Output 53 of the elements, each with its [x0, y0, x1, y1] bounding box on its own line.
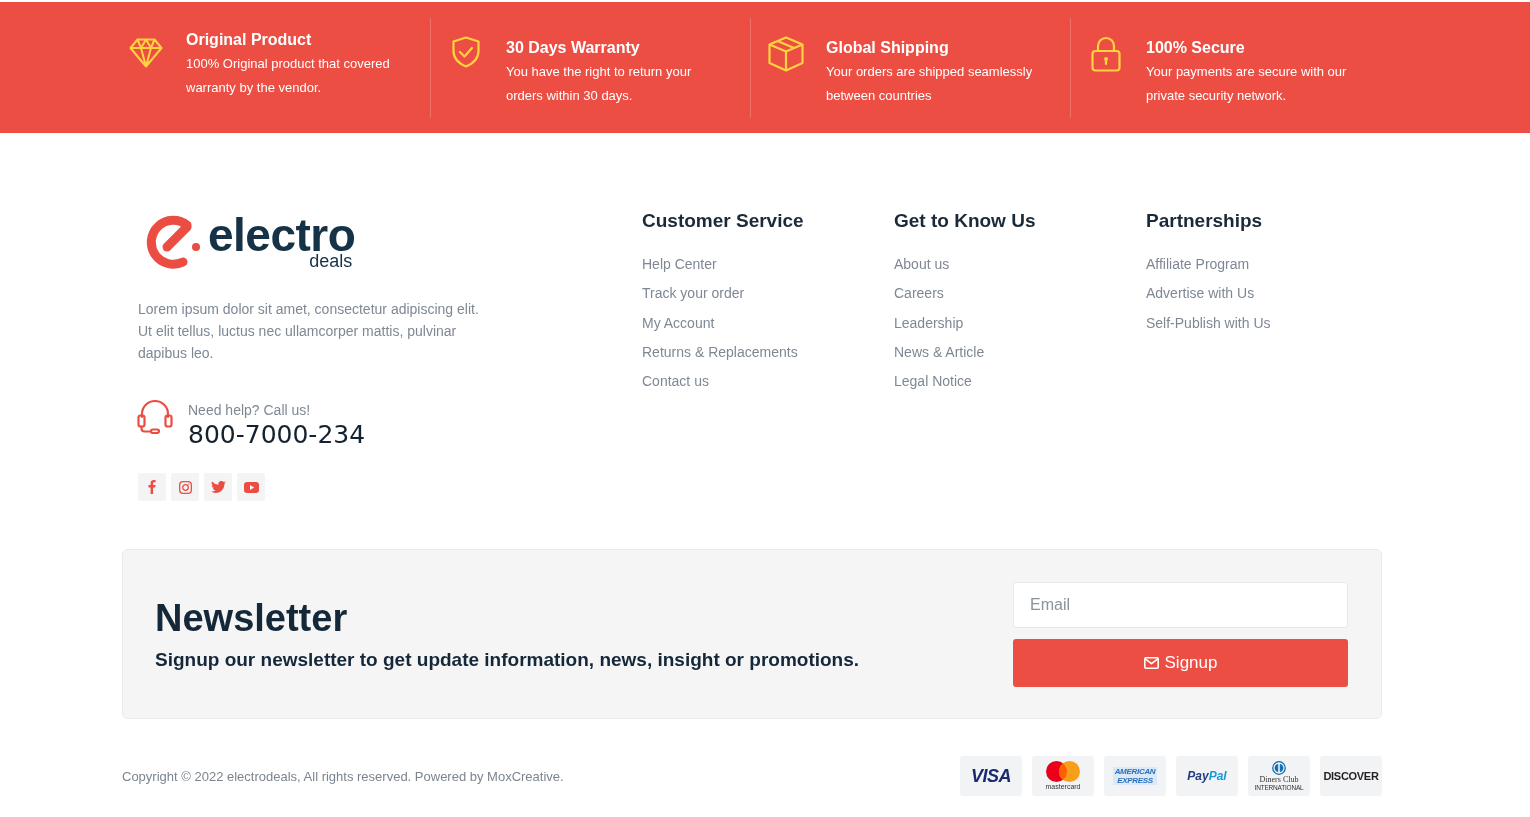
footer-link[interactable]: Self-Publish with Us	[1146, 314, 1271, 331]
payment-logo-text: AMERICAN EXPRESS	[1112, 767, 1158, 785]
brand-description: Lorem ipsum dolor sit amet, consectetur adipiscing elit. Ut elit tellus, luctus nec ullamcorper mattis, pulvinar dapibus leo.	[138, 300, 479, 363]
ring-logo-icon	[1272, 761, 1286, 775]
email-field[interactable]: Email	[1013, 581, 1348, 628]
phone-number: 800-7000-234	[188, 420, 366, 450]
copyright-text: Copyright © 2022 electrodeals, All rights reserved. Powered by MoxCreative.	[122, 768, 564, 784]
column-heading: Customer Service	[642, 209, 804, 233]
column-heading: Partnerships	[1146, 209, 1263, 233]
footer-link[interactable]: Help Center	[642, 256, 717, 272]
footer-link[interactable]: Track your order	[642, 285, 745, 302]
payment-logo-text: DISCOVER	[1323, 770, 1379, 782]
footer-link[interactable]: News & Article	[894, 343, 985, 360]
box-icon	[768, 36, 804, 72]
signup-button[interactable]: Signup	[1013, 638, 1348, 687]
shield-check-icon	[452, 36, 480, 68]
instagram-icon	[178, 480, 192, 494]
footer-link[interactable]: Careers	[894, 285, 944, 302]
footer-link[interactable]: Affiliate Program	[1146, 256, 1250, 272]
instagram-link[interactable]	[171, 473, 199, 501]
feature-description: Your payments are secure with our private security network.	[1146, 63, 1347, 105]
payment-logo-text: PayPal	[1187, 769, 1227, 783]
footer-link[interactable]: Returns & Replacements	[642, 343, 798, 360]
twitter-link[interactable]	[204, 473, 232, 501]
feature-title: Original Product	[186, 30, 312, 50]
envelope-icon	[1143, 656, 1159, 669]
feature-description: 100% Original product that covered warranty by the vendor.	[186, 55, 390, 97]
logo-mark-icon	[145, 213, 203, 271]
youtube-link[interactable]	[237, 473, 265, 501]
diamond-icon	[129, 38, 163, 68]
youtube-icon	[243, 481, 259, 493]
column-heading: Get to Know Us	[894, 209, 1036, 233]
help-label: Need help? Call us!	[188, 401, 312, 420]
overlapping-circles-icon	[1046, 761, 1080, 782]
facebook-link[interactable]	[138, 473, 166, 501]
twitter-bird-icon	[210, 481, 226, 493]
footer-link[interactable]: My Account	[642, 314, 715, 331]
footer-link[interactable]: Advertise with Us	[1146, 285, 1255, 302]
feature-title: 30 Days Warranty	[506, 38, 640, 58]
facebook-icon	[148, 480, 156, 494]
footer-link[interactable]: Legal Notice	[894, 373, 972, 389]
feature-title: 100% Secure	[1146, 38, 1245, 58]
padlock-icon	[1091, 36, 1121, 72]
headset-icon	[137, 398, 173, 434]
footer-link[interactable]: Contact us	[642, 373, 709, 389]
payment-logo-text: VISA	[971, 765, 1011, 787]
newsletter-text: Signup our newsletter to get update information, news, insight or promotions.	[155, 647, 860, 672]
feature-title: Global Shipping	[826, 38, 949, 58]
newsletter-title: Newsletter	[155, 595, 348, 640]
footer-link[interactable]: About us	[894, 256, 950, 272]
feature-description: Your orders are shipped seamlessly between countries	[826, 63, 1033, 105]
feature-description: You have the right to return your orders within 30 days.	[506, 63, 692, 105]
footer-link[interactable]: Leadership	[894, 314, 964, 331]
